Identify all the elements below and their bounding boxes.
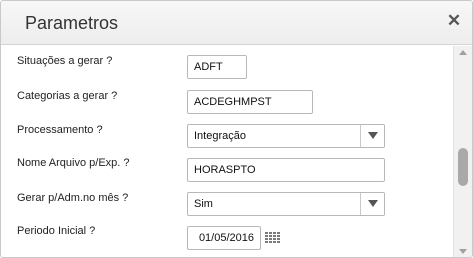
- dialog-titlebar: Parametros ✕: [1, 1, 472, 45]
- chevron-down-icon: [459, 249, 467, 254]
- categorias-label: Categorias a gerar ?: [17, 90, 118, 102]
- situacoes-label: Situações a gerar ?: [17, 55, 113, 67]
- situacoes-input[interactable]: ADFT: [187, 55, 247, 79]
- scrollbar-thumb[interactable]: [458, 148, 468, 186]
- processamento-dropdown-button[interactable]: [360, 125, 384, 147]
- nome-arquivo-label: Nome Arquivo p/Exp. ?: [17, 157, 130, 169]
- processamento-select[interactable]: Integração: [187, 124, 385, 148]
- dialog-title: Parametros: [25, 13, 119, 33]
- vertical-scrollbar[interactable]: [453, 46, 472, 257]
- scroll-down-button[interactable]: [454, 245, 472, 257]
- gerar-adm-dropdown-button[interactable]: [360, 193, 384, 215]
- periodo-inicial-input[interactable]: 01/05/2016: [187, 226, 261, 250]
- chevron-up-icon: [459, 50, 467, 55]
- calendar-icon[interactable]: [265, 232, 280, 244]
- processamento-label: Processamento ?: [17, 124, 103, 136]
- form-body: Situações a gerar ? ADFT Categorias a ge…: [3, 46, 453, 257]
- chevron-down-icon: [368, 200, 378, 207]
- categorias-input[interactable]: ACDEGHMPST: [187, 90, 313, 114]
- gerar-adm-label: Gerar p/Adm.no mês ?: [17, 192, 129, 204]
- close-icon[interactable]: ✕: [446, 12, 462, 30]
- gerar-adm-value: Sim: [194, 198, 213, 210]
- chevron-down-icon: [368, 132, 378, 139]
- processamento-value: Integração: [194, 130, 246, 142]
- periodo-inicial-label: Periodo Inicial ?: [17, 225, 96, 237]
- nome-arquivo-input[interactable]: HORASPTO: [187, 158, 385, 182]
- scroll-up-button[interactable]: [454, 46, 472, 60]
- gerar-adm-select[interactable]: Sim: [187, 192, 385, 216]
- parametros-dialog: Parametros ✕ Situações a gerar ? ADFT Ca…: [0, 0, 473, 258]
